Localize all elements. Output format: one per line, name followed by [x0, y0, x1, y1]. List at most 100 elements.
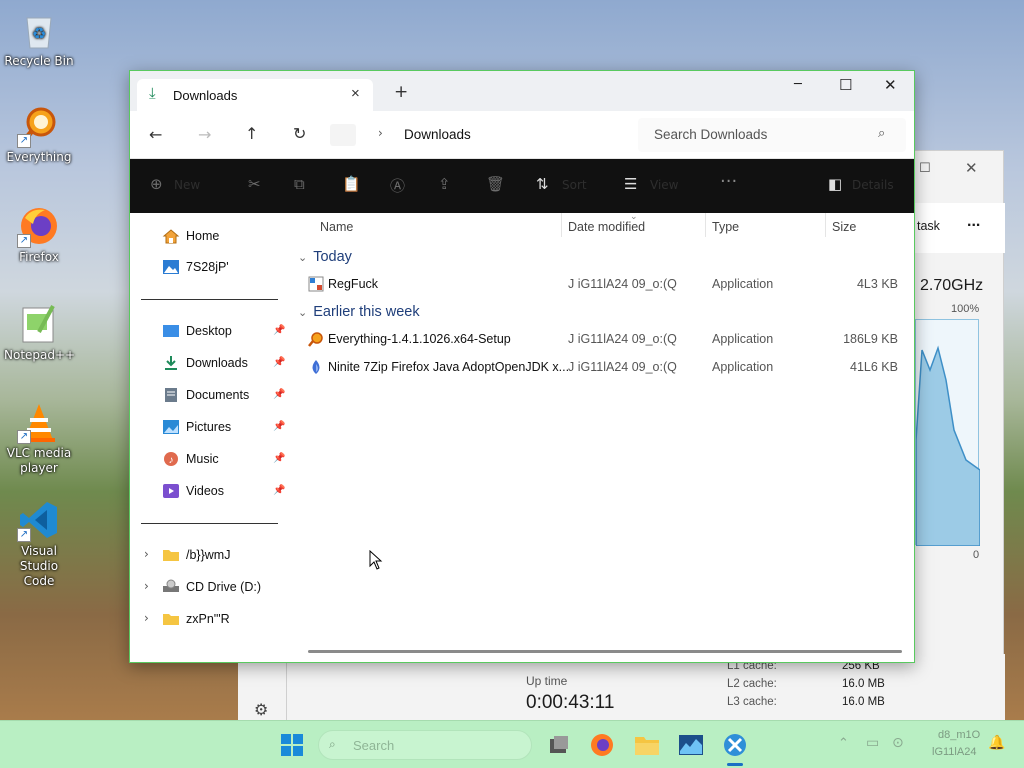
- music-icon: ♪: [162, 451, 180, 467]
- view-button-label[interactable]: View: [650, 178, 678, 192]
- start-windows-icon[interactable]: [278, 731, 306, 759]
- nav-item-videos[interactable]: Videos: [162, 480, 224, 502]
- sort-icon[interactable]: ⇅: [536, 175, 549, 193]
- chevron-up-icon[interactable]: ⌃: [838, 736, 849, 751]
- volume-icon[interactable]: ⊙: [892, 735, 904, 751]
- file-row[interactable]: Everything-1.4.1.1026.x64-Setup J iG11lA…: [290, 328, 910, 352]
- desktop-icon-everything[interactable]: ↗ Everything: [4, 104, 74, 165]
- column-divider[interactable]: [825, 213, 826, 237]
- paste-icon[interactable]: 📋: [342, 175, 361, 193]
- desktop-icon-firefox[interactable]: ↗ Firefox: [4, 204, 74, 265]
- network-icon[interactable]: ▭: [866, 735, 879, 751]
- forward-arrow-icon[interactable]: →: [198, 125, 211, 144]
- pin-icon[interactable]: 📌: [273, 485, 285, 496]
- see-more-button[interactable]: ···: [720, 171, 737, 192]
- desktop-icon-recycle-bin[interactable]: ♻ Recycle Bin: [4, 8, 74, 69]
- nav-item-home[interactable]: Home: [162, 225, 219, 247]
- column-header-type[interactable]: Type: [712, 220, 739, 234]
- group-header-today[interactable]: ⌄ Today: [298, 249, 352, 265]
- desktop-icon-notepad-plus[interactable]: Notepad++: [4, 302, 75, 363]
- nav-label: Videos: [186, 484, 224, 498]
- desktop-icon: [162, 323, 180, 339]
- mouse-cursor-icon: [369, 550, 383, 570]
- performance-monitor-icon[interactable]: [677, 731, 705, 759]
- group-header-earlier[interactable]: ⌄ Earlier this week: [298, 304, 420, 320]
- task-view-icon[interactable]: [545, 731, 573, 759]
- column-header-name[interactable]: Name: [320, 220, 353, 234]
- run-task-button[interactable]: task: [917, 219, 940, 233]
- file-row[interactable]: Ninite 7Zip Firefox Java AdoptOpenJDK x.…: [290, 356, 910, 380]
- file-type: Application: [712, 332, 774, 346]
- nav-item-network[interactable]: zxPn'"R: [162, 608, 230, 630]
- file-list: Name Date modified ⌄ Type Size ⌄ Today Re…: [290, 211, 914, 662]
- desktop-icon-vscode[interactable]: ↗ Visual Studio Code: [4, 498, 74, 589]
- nav-divider: [141, 299, 278, 300]
- maximize-icon[interactable]: ☐: [919, 161, 931, 176]
- delete-icon[interactable]: 🗑: [486, 175, 505, 193]
- tab-close-button[interactable]: ×: [351, 85, 360, 102]
- pin-icon[interactable]: 📌: [273, 421, 285, 432]
- pin-icon[interactable]: 📌: [273, 325, 285, 336]
- search-downloads-input[interactable]: Search Downloads ⌕: [638, 118, 906, 152]
- new-button-label[interactable]: New: [174, 178, 200, 192]
- taskbar-search-box[interactable]: ⌕ Search: [318, 730, 532, 760]
- pin-icon[interactable]: 📌: [273, 453, 285, 464]
- view-icon[interactable]: ☰: [624, 175, 637, 193]
- more-options-button[interactable]: ...: [967, 213, 980, 231]
- column-divider[interactable]: [561, 213, 562, 237]
- active-app-indicator: [727, 763, 743, 766]
- horizontal-scrollbar[interactable]: [308, 650, 902, 653]
- maximize-button[interactable]: ☐: [839, 76, 852, 94]
- copy-icon[interactable]: ⧉: [294, 175, 305, 193]
- close-button[interactable]: ✕: [884, 76, 897, 94]
- new-plus-icon[interactable]: ⊕: [150, 175, 163, 193]
- clock-date[interactable]: lG11lA24: [932, 746, 976, 758]
- nav-item-documents[interactable]: Documents: [162, 384, 249, 406]
- settings-gear-icon[interactable]: ⚙: [254, 700, 268, 719]
- nav-item-this-pc[interactable]: /b}}wmJ: [162, 544, 230, 566]
- share-icon[interactable]: ⇪: [438, 175, 451, 193]
- cut-icon[interactable]: ✂: [248, 175, 261, 193]
- videos-icon: [162, 483, 180, 499]
- desktop-icon-vlc[interactable]: ↗ VLC media player: [4, 400, 74, 476]
- location-icon: [330, 124, 356, 146]
- expand-chevron-icon[interactable]: ›: [144, 547, 149, 561]
- nav-item-downloads[interactable]: Downloads: [162, 352, 248, 374]
- back-arrow-icon[interactable]: ←: [149, 125, 162, 144]
- minimize-button[interactable]: ─: [794, 77, 802, 92]
- file-explorer-window[interactable]: ⤓ Downloads × + ─ ☐ ✕ ← → ↑ ↻ › Download…: [129, 70, 915, 663]
- address-input[interactable]: › Downloads: [324, 118, 624, 152]
- expand-chevron-icon[interactable]: ›: [144, 579, 149, 593]
- breadcrumb-downloads[interactable]: Downloads: [404, 127, 471, 142]
- file-row[interactable]: RegFuck J iG11lA24 09_o:(Q Application 4…: [290, 273, 910, 297]
- column-divider[interactable]: [705, 213, 706, 237]
- nav-label: /b}}wmJ: [186, 548, 231, 562]
- nav-item-pictures[interactable]: Pictures: [162, 416, 231, 438]
- refresh-icon[interactable]: ↻: [293, 124, 306, 143]
- group-label: Earlier this week: [313, 304, 420, 320]
- sort-button-label[interactable]: Sort: [562, 178, 587, 192]
- pin-icon[interactable]: 📌: [273, 357, 285, 368]
- up-arrow-icon[interactable]: ↑: [245, 124, 258, 143]
- rename-icon[interactable]: Ⓐ: [390, 175, 405, 196]
- nav-item-music[interactable]: ♪ Music: [162, 448, 219, 470]
- tab-downloads[interactable]: ⤓ Downloads ×: [137, 79, 373, 111]
- expand-chevron-icon[interactable]: ›: [144, 611, 149, 625]
- column-header-date[interactable]: Date modified: [568, 220, 645, 234]
- folder-icon: [162, 547, 180, 563]
- file-date: J iG11lA24 09_o:(Q: [568, 360, 677, 374]
- firefox-icon[interactable]: [588, 731, 616, 759]
- nav-item-cd-drive[interactable]: CD Drive (D:): [162, 576, 261, 598]
- task-manager-icon[interactable]: [721, 731, 749, 759]
- clock-time[interactable]: d8_m1O: [938, 729, 980, 741]
- column-header-size[interactable]: Size: [832, 220, 856, 234]
- notification-bell-icon[interactable]: 🔔: [988, 735, 1005, 751]
- new-tab-button[interactable]: +: [394, 82, 408, 102]
- details-button-label[interactable]: Details: [852, 178, 894, 192]
- pin-icon[interactable]: 📌: [273, 389, 285, 400]
- file-explorer-icon[interactable]: [633, 731, 661, 759]
- nav-item-desktop[interactable]: Desktop: [162, 320, 232, 342]
- nav-item-gallery[interactable]: 7S28jP': [162, 256, 229, 278]
- details-pane-icon[interactable]: ◧: [828, 175, 842, 193]
- close-icon[interactable]: ✕: [965, 159, 978, 177]
